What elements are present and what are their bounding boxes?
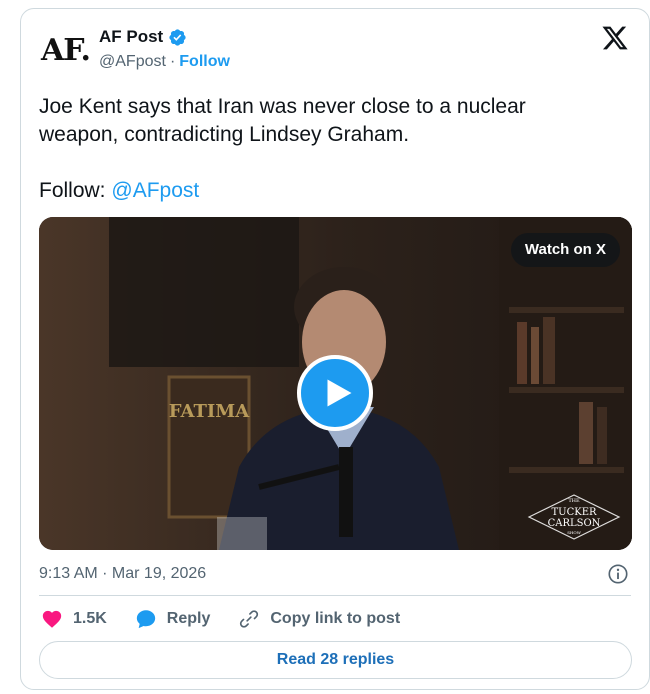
follow-prefix: Follow: [39, 179, 106, 202]
heart-icon [42, 610, 62, 628]
author-handle[interactable]: @AFpost [99, 53, 166, 71]
reply-label: Reply [166, 610, 211, 627]
verified-badge-icon [169, 28, 186, 46]
like-count: 1.5K [73, 610, 107, 627]
action-bar: 1.5K Reply Copy link to post [41, 607, 428, 631]
post-text-line: weapon, contradicting Lindsey Graham. [39, 123, 410, 146]
info-icon[interactable] [607, 563, 629, 585]
reply-button[interactable]: Reply [135, 608, 211, 630]
post-timestamp[interactable]: 9:13 AM · Mar 19, 2026 [39, 565, 206, 583]
play-button[interactable] [297, 355, 373, 431]
post-text: Joe Kent says that Iran was never close … [39, 93, 599, 205]
author-name[interactable]: AF Post [99, 27, 163, 47]
follow-link[interactable]: Follow [179, 53, 230, 71]
link-icon [240, 610, 259, 628]
read-replies-button[interactable]: Read 28 replies [39, 641, 632, 679]
poster-text: FATIMA [169, 401, 250, 422]
follow-line: Follow: @AFpost [39, 177, 599, 205]
watermark-line1-text: TUCKER [551, 507, 597, 518]
x-logo-icon[interactable] [601, 24, 629, 52]
watermark-top-text: THE [568, 498, 580, 504]
watermark-line2-text: CARLSON [548, 518, 601, 529]
watermark-bottom-text: SHOW [567, 530, 582, 535]
avatar[interactable]: AF. [41, 31, 93, 71]
divider [39, 595, 631, 596]
handle-row: @AFpost · Follow [99, 53, 230, 71]
post-text-line: Joe Kent says that Iran was never close … [39, 95, 526, 118]
watch-on-x-button[interactable]: Watch on X [510, 233, 620, 267]
copy-link-label: Copy link to post [270, 610, 401, 627]
play-icon [327, 379, 352, 407]
separator-dot: · [169, 53, 176, 70]
video-player[interactable]: FATIMA THE TUCKER CARLSON SHOW Watch on … [39, 217, 632, 550]
mention-link[interactable]: @AFpost [111, 179, 199, 202]
timestamp-row: 9:13 AM · Mar 19, 2026 [39, 563, 629, 585]
like-button[interactable]: 1.5K [41, 608, 107, 630]
copy-link-button[interactable]: Copy link to post [238, 608, 400, 630]
author-name-row: AF Post [99, 27, 187, 47]
embedded-post-card: AF. AF Post @AFpost · Follow Joe Kent sa… [20, 8, 650, 690]
reply-bubble-icon [136, 610, 155, 629]
